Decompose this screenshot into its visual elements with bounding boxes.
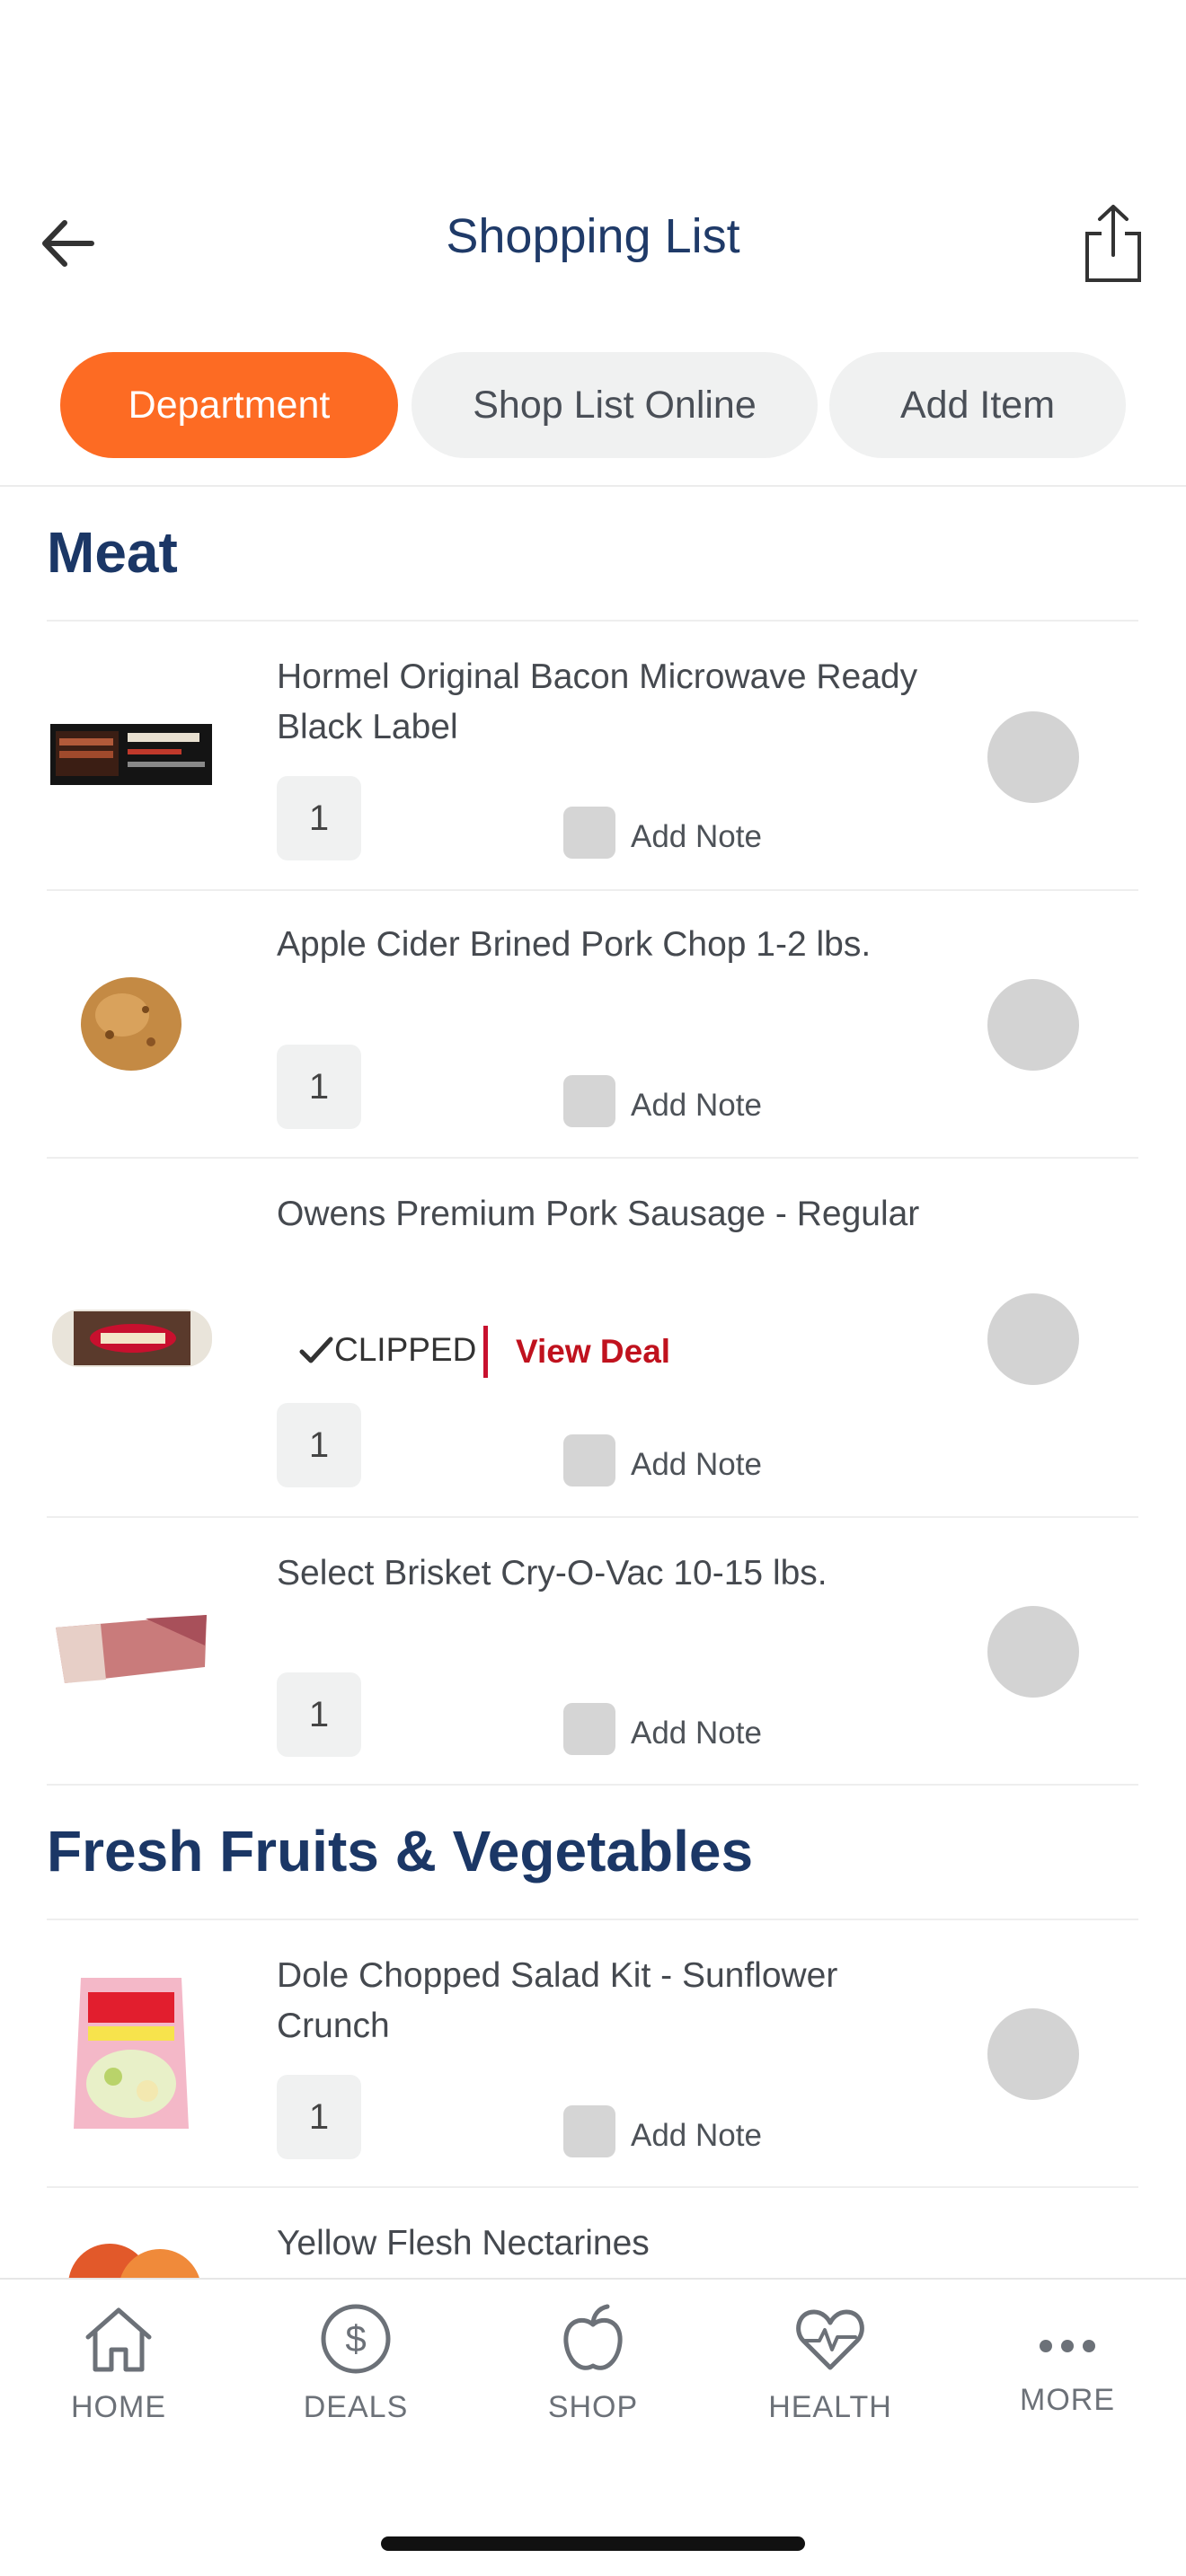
nav-more[interactable]: MORE	[949, 2301, 1186, 2418]
add-note-checkbox[interactable]	[563, 2105, 615, 2157]
heart-pulse-icon	[796, 2309, 864, 2370]
item-name: Hormel Original Bacon Microwave Ready Bl…	[277, 657, 918, 746]
nav-label: MORE	[1020, 2383, 1115, 2417]
divider	[47, 1516, 1138, 1518]
nav-label: HOME	[71, 2390, 166, 2424]
deal-separator	[483, 1326, 488, 1378]
product-image-sausage	[47, 1302, 217, 1374]
product-image-salad-kit	[47, 1972, 217, 2134]
add-note-checkbox[interactable]	[563, 1075, 615, 1127]
quantity-field[interactable]: 1	[277, 1045, 361, 1129]
nav-deals[interactable]: $ DEALS	[237, 2301, 474, 2425]
item-check-circle[interactable]	[987, 2008, 1079, 2100]
divider	[47, 889, 1138, 891]
home-icon	[85, 2307, 152, 2372]
more-icon	[1040, 2340, 1095, 2352]
divider	[47, 2186, 1138, 2188]
share-icon	[1085, 205, 1141, 282]
item-name: Owens Premium Pork Sausage - Regular	[277, 1195, 920, 1233]
add-note-label[interactable]: Add Note	[631, 1088, 762, 1124]
item-check-circle[interactable]	[987, 711, 1079, 803]
add-note-checkbox[interactable]	[563, 807, 615, 859]
nav-label: DEALS	[303, 2390, 409, 2424]
add-note-checkbox[interactable]	[563, 1703, 615, 1755]
product-image-brisket	[47, 1610, 217, 1689]
add-note-label[interactable]: Add Note	[631, 1447, 762, 1483]
section-title-meat: Meat	[47, 520, 178, 585]
product-image-pork-chop	[47, 970, 217, 1078]
home-indicator	[381, 2536, 805, 2551]
quantity-field[interactable]: 1	[277, 2075, 361, 2159]
nav-label: HEALTH	[768, 2390, 892, 2424]
dollar-icon: $	[321, 2304, 391, 2374]
item-check-circle[interactable]	[987, 979, 1079, 1071]
clipped-badge: CLIPPED	[298, 1331, 476, 1369]
check-icon	[299, 1337, 333, 1363]
divider	[47, 1784, 1138, 1786]
tab-shop-list-online[interactable]: Shop List Online	[412, 352, 818, 458]
section-title-fruits-vegetables: Fresh Fruits & Vegetables	[47, 1819, 754, 1883]
item-name: Select Brisket Cry-O-Vac 10-15 lbs.	[277, 1554, 828, 1592]
divider	[47, 1157, 1138, 1159]
quantity-field[interactable]: 1	[277, 776, 361, 860]
product-image-bacon	[47, 719, 217, 790]
view-deal-link[interactable]: View Deal	[516, 1333, 670, 1371]
nav-shop[interactable]: SHOP	[474, 2301, 712, 2425]
quantity-field[interactable]: 1	[277, 1672, 361, 1757]
divider	[47, 620, 1138, 622]
share-button[interactable]	[1082, 203, 1145, 286]
item-check-circle[interactable]	[987, 1293, 1079, 1385]
product-image-nectarines	[47, 2231, 217, 2278]
clipped-label: CLIPPED	[334, 1331, 477, 1368]
nav-home[interactable]: HOME	[0, 2301, 237, 2425]
item-check-circle[interactable]	[987, 1606, 1079, 1698]
item-name: Apple Cider Brined Pork Chop 1-2 lbs.	[277, 925, 872, 964]
nav-health[interactable]: HEALTH	[712, 2301, 949, 2425]
add-note-label[interactable]: Add Note	[631, 2118, 762, 2154]
item-name: Yellow Flesh Nectarines	[277, 2224, 650, 2263]
tab-department[interactable]: Department	[60, 352, 398, 458]
header-divider	[0, 485, 1186, 487]
tab-add-item[interactable]: Add Item	[829, 352, 1126, 458]
add-note-checkbox[interactable]	[563, 1434, 615, 1486]
add-note-label[interactable]: Add Note	[631, 819, 762, 855]
svg-text:$: $	[345, 2317, 366, 2360]
divider	[47, 1919, 1138, 1920]
nav-label: SHOP	[547, 2390, 639, 2424]
page-title: Shopping List	[446, 209, 740, 263]
item-name: Dole Chopped Salad Kit - Sunflower Crunc…	[277, 1956, 838, 2045]
quantity-field[interactable]: 1	[277, 1403, 361, 1487]
add-note-label[interactable]: Add Note	[631, 1716, 762, 1751]
apple-icon	[563, 2304, 623, 2370]
